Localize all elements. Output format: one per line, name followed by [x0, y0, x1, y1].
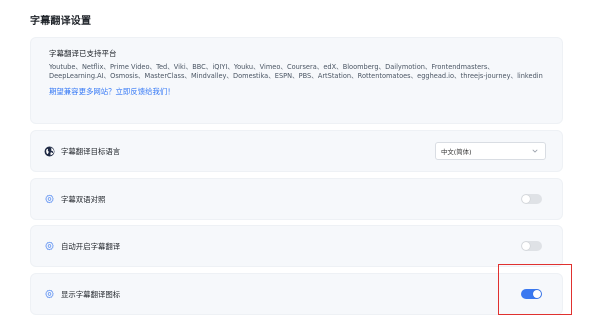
supported-platforms-card: 字幕翻译已支持平台 Youtube、Netflix、Prime Video、Te… [30, 37, 563, 124]
setting-row-auto-enable: 自动开启字幕翻译 [30, 225, 563, 267]
target-language-select[interactable]: 中文(简体) [435, 142, 546, 160]
supported-platforms-list: Youtube、Netflix、Prime Video、Ted、Viki、BBC… [49, 63, 543, 80]
auto-enable-toggle[interactable] [521, 241, 542, 251]
highlight-box [498, 264, 572, 315]
target-language-value: 中文(简体) [441, 147, 472, 156]
toggle-knob [522, 195, 530, 203]
feedback-link[interactable]: 期望兼容更多网站？立即反馈给我们！ [49, 86, 544, 97]
globe-icon [44, 146, 55, 157]
gear-icon [44, 194, 55, 205]
page-title: 字幕翻译设置 [30, 16, 92, 27]
gear-icon [44, 241, 55, 252]
setting-label-bilingual: 字幕双语对照 [61, 194, 106, 204]
toggle-knob [522, 242, 530, 250]
chevron-down-icon [531, 147, 539, 155]
setting-row-show-icon: 显示字幕翻译图标 [30, 273, 563, 315]
setting-label-auto-enable: 自动开启字幕翻译 [61, 241, 121, 251]
setting-row-bilingual: 字幕双语对照 [30, 178, 563, 220]
gear-icon [44, 289, 55, 300]
supported-platforms-heading: 字幕翻译已支持平台 [49, 49, 117, 58]
setting-label-show-icon: 显示字幕翻译图标 [61, 289, 121, 299]
setting-row-target-language: 字幕翻译目标语言 中文(简体) [30, 130, 563, 172]
setting-label-target-language: 字幕翻译目标语言 [61, 146, 121, 156]
bilingual-toggle[interactable] [521, 194, 542, 204]
